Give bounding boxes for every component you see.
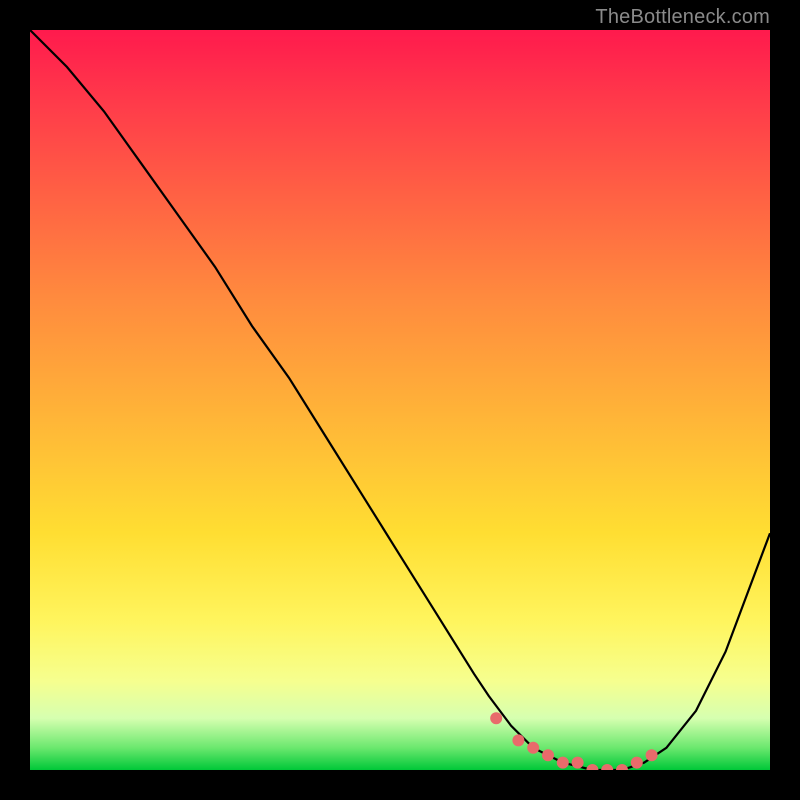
sweet-spot-markers	[490, 712, 657, 770]
marker-dot	[527, 742, 539, 754]
marker-dot	[557, 757, 569, 769]
plot-area	[30, 30, 770, 770]
marker-dot	[542, 749, 554, 761]
watermark-text: TheBottleneck.com	[595, 6, 770, 29]
marker-dot	[586, 764, 598, 770]
marker-dot	[616, 764, 628, 770]
chart-svg	[30, 30, 770, 770]
marker-dot	[646, 749, 658, 761]
marker-dot	[512, 734, 524, 746]
marker-dot	[631, 757, 643, 769]
marker-dot	[490, 712, 502, 724]
bottleneck-curve	[30, 30, 770, 770]
marker-dot	[572, 757, 584, 769]
chart-frame: TheBottleneck.com	[0, 0, 800, 800]
marker-dot	[601, 764, 613, 770]
